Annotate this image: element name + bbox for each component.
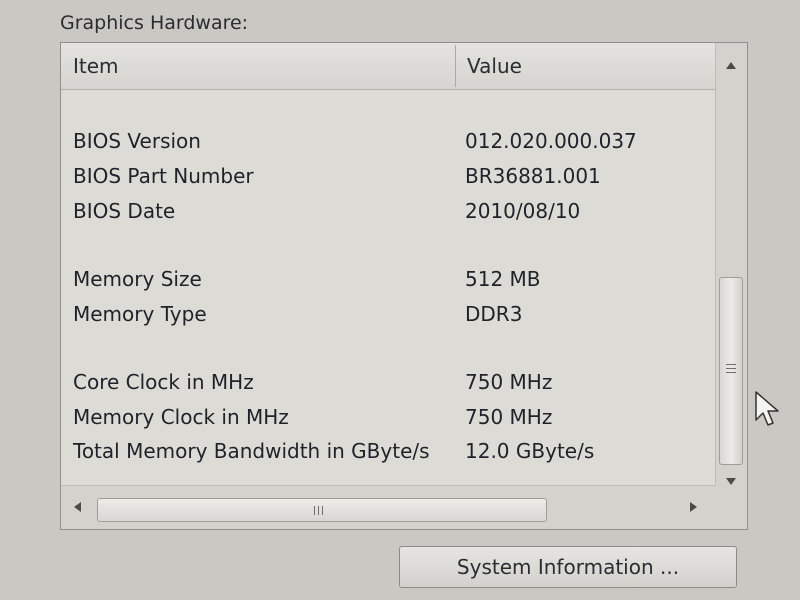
mouse-pointer-icon	[754, 390, 780, 432]
row-item: Memory Clock in MHz	[73, 405, 289, 429]
row-value: BR36881.001	[465, 164, 601, 188]
row-value: 750 MHz	[465, 370, 553, 394]
horizontal-scrollbar[interactable]	[61, 485, 716, 529]
list-header: Item Value	[61, 43, 716, 90]
scroll-grip-line	[726, 368, 736, 369]
table-row[interactable]: BIOS Date 2010/08/10	[61, 194, 716, 228]
row-item: BIOS Part Number	[73, 164, 254, 188]
table-row[interactable]: Memory Size 512 MB	[61, 262, 716, 296]
graphics-hardware-list[interactable]: Item Value BIOS Version 012.020.000.037 …	[60, 42, 748, 530]
horizontal-scroll-thumb[interactable]	[97, 498, 547, 522]
table-row[interactable]: BIOS Version 012.020.000.037	[61, 124, 716, 158]
row-item: Memory Type	[73, 302, 207, 326]
row-item: Total Memory Bandwidth in GByte/s	[73, 439, 430, 463]
vertical-scroll-thumb[interactable]	[719, 277, 743, 465]
row-value: 12.0 GByte/s	[465, 439, 595, 463]
scroll-grip-line	[726, 364, 736, 365]
row-value: DDR3	[465, 302, 523, 326]
scroll-left-arrow-icon[interactable]	[67, 502, 87, 515]
scroll-grip-line	[726, 372, 736, 373]
table-row[interactable]: Memory Type DDR3	[61, 297, 716, 331]
column-header-item[interactable]: Item	[73, 43, 119, 89]
scrollbar-corner	[716, 486, 747, 529]
row-value: 750 MHz	[465, 405, 553, 429]
scroll-up-arrow-icon[interactable]	[721, 59, 741, 72]
row-item: BIOS Version	[73, 129, 201, 153]
row-item: BIOS Date	[73, 199, 176, 223]
scroll-right-arrow-icon[interactable]	[683, 502, 703, 515]
row-item: Memory Size	[73, 267, 202, 291]
scroll-grip-line	[314, 506, 315, 515]
scroll-grip-line	[318, 506, 319, 515]
row-value: 012.020.000.037	[465, 129, 637, 153]
column-divider[interactable]	[455, 45, 456, 87]
system-information-button[interactable]: System Information ...	[399, 546, 737, 588]
table-row[interactable]: BIOS Part Number BR36881.001	[61, 159, 716, 193]
table-row[interactable]: Memory Clock in MHz 750 MHz	[61, 400, 716, 434]
group-title: Graphics Hardware:	[60, 12, 249, 34]
table-row[interactable]: Total Memory Bandwidth in GByte/s 12.0 G…	[61, 434, 716, 468]
table-row[interactable]: Core Clock in MHz 750 MHz	[61, 365, 716, 399]
scroll-grip-line	[322, 506, 323, 515]
list-rows: BIOS Version 012.020.000.037 BIOS Part N…	[61, 89, 716, 487]
row-value: 2010/08/10	[465, 199, 581, 223]
row-value: 512 MB	[465, 267, 541, 291]
vertical-scrollbar[interactable]	[715, 43, 747, 487]
row-item: Core Clock in MHz	[73, 370, 254, 394]
column-header-value[interactable]: Value	[467, 43, 522, 89]
